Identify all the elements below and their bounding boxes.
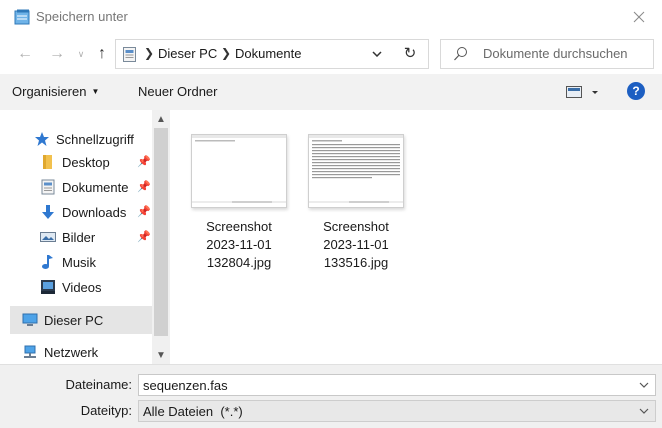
arrow-right-icon: → (49, 45, 65, 62)
new-folder-button[interactable]: Neuer Ordner (138, 84, 217, 99)
breadcrumb-separator-icon: ❯ (144, 46, 155, 60)
pin-icon[interactable]: 📌 (137, 155, 151, 168)
filetype-select[interactable]: Alle Dateien (*.*) (138, 400, 656, 422)
search-input[interactable] (483, 46, 651, 61)
window-title: Speichern unter (36, 9, 128, 24)
nav-item-label: Bilder (62, 229, 96, 245)
folder-icon (40, 154, 56, 170)
save-options: Dateiname: sequenzen.fas Dateityp: Alle … (0, 364, 662, 428)
nav-item-label: Dokumente (62, 179, 129, 195)
documents-icon (40, 179, 56, 195)
file-item[interactable]: Screenshot 2023-11-01 133516.jpg (301, 134, 411, 272)
search-box[interactable] (440, 39, 654, 69)
close-icon (633, 11, 645, 23)
pictures-icon (40, 229, 56, 245)
scroll-down-button[interactable]: ▼ (152, 346, 170, 364)
chevron-up-icon: ▲ (156, 113, 166, 125)
nav-item-desktop[interactable]: Desktop (40, 151, 110, 173)
nav-item-pictures[interactable]: Bilder (40, 226, 95, 248)
chevron-down-icon: ▼ (156, 349, 166, 361)
notepad-icon (14, 9, 30, 25)
view-options-icon (566, 86, 598, 98)
nav-item-label: Videos (62, 279, 102, 295)
network-icon (22, 344, 38, 360)
nav-item-label: Netzwerk (44, 344, 99, 360)
nav-item-label: Downloads (62, 204, 127, 220)
forward-button[interactable]: → (46, 42, 68, 66)
filename-dropdown-button[interactable] (637, 377, 651, 393)
image-thumbnail-icon (309, 135, 403, 203)
filetype-dropdown-button[interactable] (637, 403, 651, 419)
filename-label: Dateiname: (65, 377, 132, 392)
pin-icon[interactable]: 📌 (137, 230, 151, 243)
nav-item-network[interactable]: Netzwerk (22, 341, 98, 363)
star-icon (34, 131, 50, 147)
nav-item-documents[interactable]: Dokumente (40, 176, 128, 198)
save-as-dialog: Speichern unter ← → ∨ ↑ ❯ Dieser PC ❯ Do… (0, 0, 662, 428)
search-icon (454, 47, 467, 61)
filename-value[interactable]: sequenzen.fas (143, 378, 228, 393)
breadcrumb-this-pc[interactable]: Dieser PC (158, 46, 217, 61)
nav-item-label: Schnellzugriff (56, 131, 134, 147)
file-thumbnail (191, 134, 287, 208)
caret-down-icon: ▼ (91, 87, 100, 96)
back-button[interactable]: ← (14, 42, 36, 66)
download-icon (40, 204, 56, 220)
pin-icon[interactable]: 📌 (137, 205, 151, 218)
chevron-down-icon (639, 408, 649, 414)
change-view-button[interactable] (566, 84, 606, 100)
chevron-down-icon: ∨ (77, 48, 85, 59)
video-icon (40, 279, 56, 295)
scroll-thumb[interactable] (154, 128, 168, 336)
filetype-value: Alle Dateien (*.*) (143, 404, 243, 419)
nav-item-quick-access[interactable]: Schnellzugriff (34, 128, 134, 150)
file-name: Screenshot 2023-11-01 132804.jpg (206, 219, 272, 270)
address-bar[interactable]: ❯ Dieser PC ❯ Dokumente (115, 39, 429, 69)
music-icon (40, 254, 56, 270)
pin-icon[interactable]: 📌 (137, 180, 151, 193)
nav-item-downloads[interactable]: Downloads (40, 201, 126, 223)
nav-item-label: Musik (62, 254, 96, 270)
computer-icon (22, 312, 38, 328)
breadcrumb-documents[interactable]: Dokumente (235, 46, 301, 61)
file-item[interactable]: Screenshot 2023-11-01 132804.jpg (184, 134, 294, 272)
arrow-left-icon: ← (17, 45, 33, 62)
title-bar: Speichern unter (0, 0, 662, 34)
help-icon: ? (632, 84, 640, 98)
navigation-bar: ← → ∨ ↑ ❯ Dieser PC ❯ Dokumente ↻ Dokume… (0, 34, 662, 74)
help-button[interactable]: ? (627, 82, 645, 100)
documents-icon (123, 47, 136, 62)
file-thumbnail (308, 134, 404, 208)
chevron-down-icon (639, 382, 649, 388)
close-button[interactable] (616, 0, 662, 34)
nav-item-label: Dieser PC (44, 312, 104, 328)
organize-label: Organisieren (12, 84, 87, 99)
breadcrumb-separator-icon: ❯ (221, 46, 232, 60)
nav-item-music[interactable]: Musik (40, 251, 96, 273)
filename-field[interactable]: sequenzen.fas (138, 374, 656, 396)
command-bar: Organisieren ▼ Neuer Ordner ? (0, 74, 662, 110)
refresh-icon: ↻ (403, 45, 417, 62)
nav-item-this-pc[interactable]: Dieser PC (22, 309, 103, 331)
address-dropdown-button[interactable] (366, 40, 388, 68)
arrow-up-icon: ↑ (98, 45, 106, 62)
organize-button[interactable]: Organisieren ▼ (12, 84, 99, 99)
nav-item-label: Desktop (62, 154, 110, 170)
nav-scrollbar[interactable]: ▲ ▼ (152, 110, 170, 364)
scroll-up-button[interactable]: ▲ (152, 110, 170, 128)
up-button[interactable]: ↑ (92, 42, 112, 66)
file-name: Screenshot 2023-11-01 133516.jpg (323, 219, 389, 270)
refresh-button[interactable]: ↻ (394, 40, 426, 66)
navigation-pane: Schnellzugriff Desktop 📌 Dokumente 📌 Dow… (0, 110, 170, 364)
nav-item-videos[interactable]: Videos (40, 276, 102, 298)
file-list: Screenshot 2023-11-01 132804.jpg Screens… (170, 110, 662, 364)
chevron-down-icon (372, 51, 382, 57)
recent-locations-button[interactable]: ∨ (74, 42, 88, 66)
image-thumbnail-icon (192, 135, 286, 203)
filetype-label: Dateityp: (80, 403, 132, 418)
